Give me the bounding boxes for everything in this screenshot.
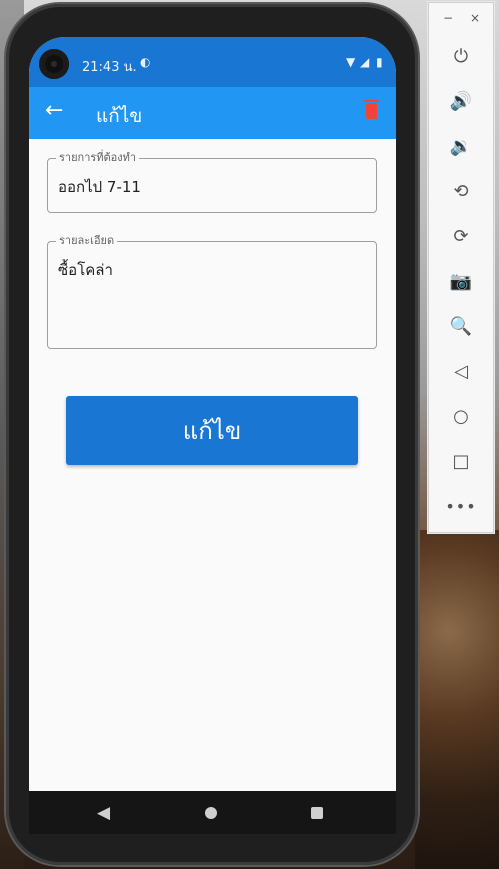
- todo-detail-field[interactable]: รายละเอียด ซื้อโคล่า: [47, 234, 377, 349]
- battery-icon: ▮: [376, 55, 383, 69]
- status-bar: 21:43 น. ◐ ▼ ◢ ▮: [29, 37, 396, 87]
- panel-window-controls: − ×: [429, 3, 493, 33]
- p-icon: ◐: [140, 55, 151, 69]
- edit-submit-button[interactable]: แก้ไข: [66, 396, 358, 465]
- nav-recent-icon[interactable]: [311, 807, 323, 819]
- nav-back-icon[interactable]: ◀: [97, 803, 110, 823]
- front-camera: [39, 49, 69, 79]
- app-bar: ← แก้ไข: [29, 87, 396, 139]
- back-arrow-icon[interactable]: ←: [45, 98, 63, 123]
- wifi-icon: ▼: [346, 55, 356, 69]
- power-icon[interactable]: ⏻: [446, 41, 476, 71]
- overview-icon[interactable]: □: [446, 446, 476, 476]
- todo-title-value[interactable]: ออกไป 7-11: [58, 175, 141, 199]
- todo-detail-value[interactable]: ซื้อโคล่า: [58, 258, 113, 282]
- back-icon[interactable]: ◁: [446, 356, 476, 386]
- delete-trash-icon[interactable]: [364, 100, 379, 119]
- volume-up-icon[interactable]: 🔊: [446, 86, 476, 116]
- android-nav-bar: ◀: [29, 791, 396, 834]
- close-icon[interactable]: ×: [470, 11, 480, 25]
- more-icon[interactable]: •••: [445, 491, 476, 521]
- camera-icon[interactable]: 📷: [446, 266, 476, 296]
- todo-detail-label: รายละเอียด: [56, 234, 118, 248]
- page-title: แก้ไข: [96, 105, 143, 127]
- emulator-side-panel: − × ⏻ 🔊 🔉 ⟲ ⟳ 📷 🔍 ◁ ○ □ •••: [428, 2, 494, 533]
- phone-frame: 21:43 น. ◐ ▼ ◢ ▮ ← แก้ไข รายการที่ต้องทำ…: [6, 4, 418, 865]
- rotate-left-icon[interactable]: ⟲: [446, 176, 476, 206]
- todo-title-label: รายการที่ต้องทำ: [56, 151, 140, 165]
- signal-icon: ◢: [360, 55, 370, 69]
- minimize-icon[interactable]: −: [443, 11, 453, 25]
- volume-down-icon[interactable]: 🔉: [446, 131, 476, 161]
- phone-screen: 21:43 น. ◐ ▼ ◢ ▮ ← แก้ไข รายการที่ต้องทำ…: [29, 37, 396, 834]
- nav-home-icon[interactable]: [205, 807, 217, 819]
- status-time: 21:43 น.: [82, 60, 137, 75]
- zoom-icon[interactable]: 🔍: [446, 311, 476, 341]
- rotate-right-icon[interactable]: ⟳: [446, 221, 476, 251]
- desktop-background-right: [415, 530, 499, 869]
- todo-title-field[interactable]: รายการที่ต้องทำ ออกไป 7-11: [47, 151, 377, 213]
- home-icon[interactable]: ○: [446, 401, 476, 431]
